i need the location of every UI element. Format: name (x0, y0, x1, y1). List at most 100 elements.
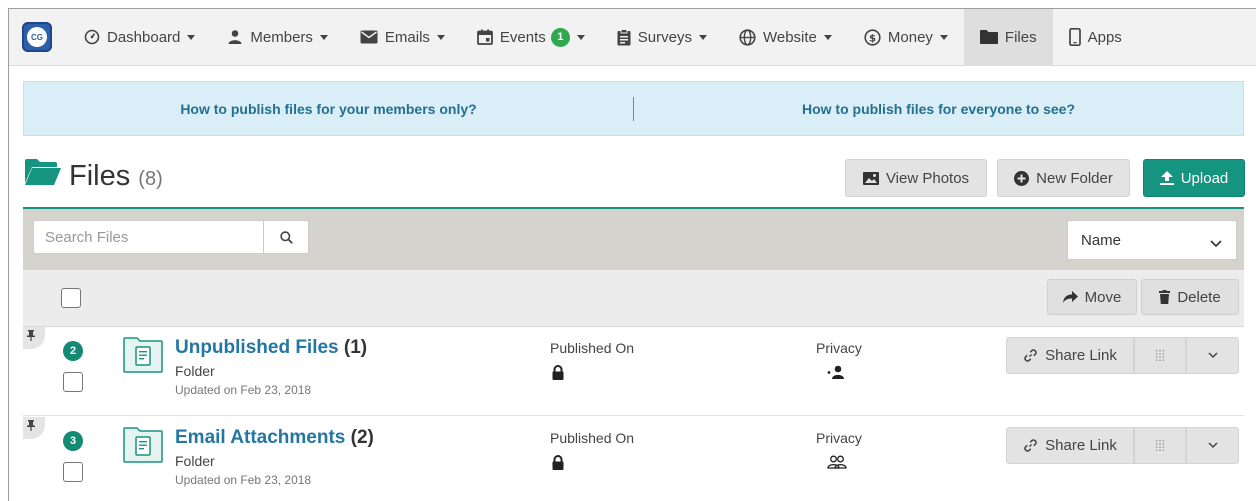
clipboard-icon (617, 28, 631, 46)
move-button[interactable]: Move (1047, 279, 1137, 315)
globe-icon (739, 28, 756, 46)
top-nav: CG Dashboard Members Emails Events 1 Sur… (9, 9, 1256, 66)
lock-icon (552, 455, 564, 473)
share-link-label: Share Link (1045, 347, 1117, 364)
chevron-down-icon (436, 34, 445, 40)
members-only-help-link[interactable]: How to publish files for your members on… (24, 101, 633, 117)
pin-icon[interactable] (23, 327, 45, 349)
file-type: Folder (175, 363, 215, 379)
nav-money[interactable]: $ Money (848, 9, 964, 66)
file-name-link[interactable]: Unpublished Files (1) (175, 337, 367, 359)
nav-dashboard[interactable]: Dashboard (68, 9, 211, 66)
events-count-badge: 1 (550, 27, 570, 47)
link-icon (1023, 348, 1038, 363)
nav-emails-label: Emails (384, 28, 430, 46)
published-label: Published On (550, 340, 635, 356)
logo-text: CG (27, 27, 47, 47)
envelope-icon (360, 30, 378, 44)
file-count: (8) (138, 168, 163, 190)
file-type: Folder (175, 453, 215, 469)
file-item-count: (2) (350, 427, 374, 448)
person-icon (227, 29, 243, 45)
chevron-down-icon (823, 34, 832, 40)
chevron-down-icon (1210, 235, 1222, 252)
file-name: Email Attachments (175, 427, 346, 448)
nav-money-label: Money (887, 28, 933, 46)
folder-icon (979, 30, 998, 44)
pin-icon[interactable] (23, 417, 45, 439)
sort-value: Name (1081, 231, 1122, 249)
share-link-button[interactable]: Share Link (1006, 337, 1134, 374)
members-only-icon (827, 365, 845, 382)
chevron-down-icon (1207, 442, 1218, 449)
drag-handle-icon[interactable] (1134, 427, 1186, 464)
search-button[interactable] (263, 220, 309, 254)
view-photos-label: View Photos (885, 169, 970, 187)
file-updated: Updated on Feb 23, 2018 (175, 383, 312, 397)
folder-open-icon (25, 159, 61, 188)
app-logo[interactable]: CG (22, 22, 52, 52)
bulk-action-bar: Move Delete (23, 270, 1244, 327)
select-all-checkbox[interactable] (61, 288, 81, 308)
file-name: Unpublished Files (175, 337, 339, 358)
nav-surveys[interactable]: Surveys (601, 9, 723, 66)
search-icon (279, 230, 293, 244)
chevron-down-icon (576, 34, 585, 40)
dashboard-icon (84, 29, 100, 45)
calendar-icon (477, 29, 493, 45)
nav-emails[interactable]: Emails (344, 9, 461, 66)
chevron-down-icon (187, 34, 196, 40)
delete-button[interactable]: Delete (1141, 279, 1239, 315)
privacy-label: Privacy (816, 430, 862, 446)
nav-files[interactable]: Files (963, 9, 1053, 66)
nav-events[interactable]: Events 1 (461, 9, 601, 66)
nav-members-label: Members (250, 28, 313, 46)
search-placeholder: Search Files (45, 228, 129, 246)
page-title-text: Files (69, 160, 131, 192)
table-row[interactable]: 3 Email Attachments (2) Folder Updated o… (23, 417, 1244, 501)
nav-files-label: Files (1004, 28, 1037, 46)
nav-events-label: Events (499, 28, 546, 46)
published-label: Published On (550, 430, 635, 446)
upload-button[interactable]: Upload (1143, 159, 1245, 197)
coin-icon: $ (864, 28, 881, 46)
share-link-button[interactable]: Share Link (1006, 427, 1134, 464)
chevron-down-icon (939, 34, 948, 40)
upload-icon (1159, 171, 1174, 185)
mobile-icon (1068, 28, 1081, 46)
view-photos-button[interactable]: View Photos (845, 159, 987, 197)
drag-handle-icon[interactable] (1134, 337, 1186, 374)
chevron-down-icon (698, 34, 707, 40)
search-toolbar: Search Files Name (23, 209, 1244, 270)
privacy-label: Privacy (816, 340, 862, 356)
row-menu-button[interactable] (1186, 337, 1239, 374)
nav-apps[interactable]: Apps (1053, 9, 1138, 66)
row-checkbox[interactable] (63, 462, 83, 482)
link-icon (1023, 438, 1038, 453)
folder-document-icon (123, 337, 163, 376)
share-arrow-icon (1062, 291, 1078, 303)
page-title: Files (8) (69, 160, 163, 193)
row-menu-button[interactable] (1186, 427, 1239, 464)
lock-icon (552, 365, 564, 383)
image-icon (862, 171, 879, 185)
delete-label: Delete (1177, 288, 1221, 306)
file-name-link[interactable]: Email Attachments (2) (175, 427, 374, 449)
nav-website[interactable]: Website (723, 9, 848, 66)
upload-label: Upload (1180, 169, 1229, 187)
chevron-down-icon (319, 34, 328, 40)
svg-text:$: $ (869, 33, 876, 44)
nav-apps-label: Apps (1087, 28, 1122, 46)
share-link-label: Share Link (1045, 437, 1117, 454)
row-number-badge: 3 (63, 431, 83, 451)
nav-members[interactable]: Members (211, 9, 344, 66)
table-row[interactable]: 2 Unpublished Files (1) Folder Updated o… (23, 327, 1244, 416)
search-input[interactable]: Search Files (33, 220, 263, 254)
folder-document-icon (123, 427, 163, 466)
sort-select[interactable]: Name (1067, 220, 1237, 260)
new-folder-button[interactable]: New Folder (997, 159, 1130, 197)
public-help-link[interactable]: How to publish files for everyone to see… (634, 101, 1243, 117)
move-label: Move (1084, 288, 1122, 306)
app-window: CG Dashboard Members Emails Events 1 Sur… (8, 8, 1256, 501)
row-checkbox[interactable] (63, 372, 83, 392)
